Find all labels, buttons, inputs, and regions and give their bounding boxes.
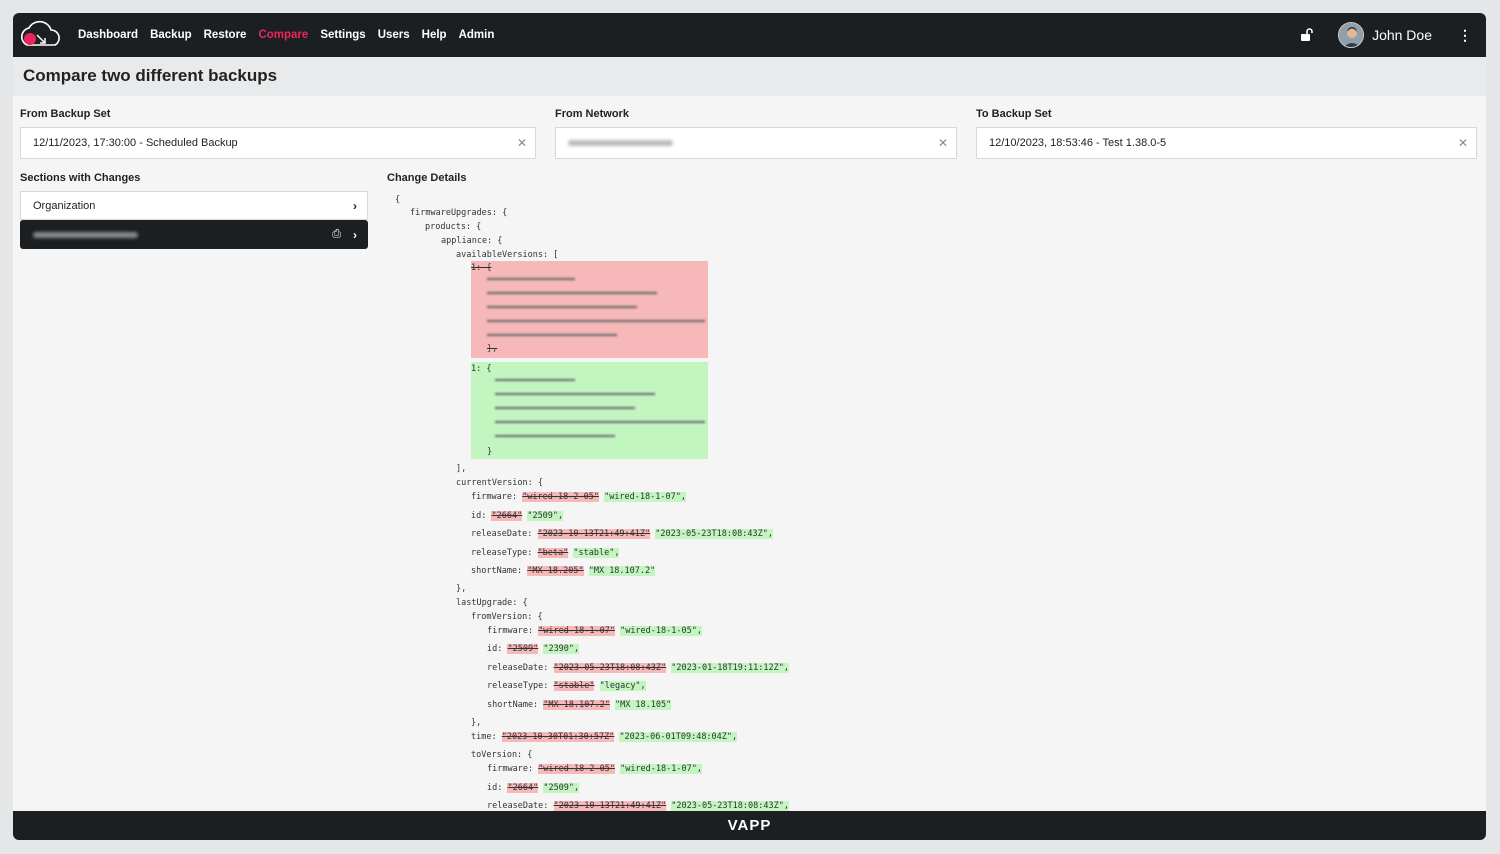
diff-line: shortName: "MX 18.205" "MX 18.107.2" — [471, 566, 656, 576]
chevron-right-icon: › — [353, 227, 357, 242]
added-block: 1: { } — [471, 362, 708, 459]
export-icon[interactable]: ⎙ — [332, 228, 341, 241]
code-line: currentVersion: { — [456, 478, 543, 488]
code-line: }, — [456, 584, 467, 594]
section-item-label: Organization — [33, 199, 96, 212]
code-line: ], — [456, 464, 467, 474]
chevron-right-icon: › — [353, 198, 357, 213]
diff-line: firmware: "wired-18-2-05" "wired-18-1-07… — [471, 492, 686, 502]
removed-block: 1: { }, — [471, 261, 708, 358]
code-line: toVersion: { — [471, 750, 533, 760]
code-line: firmwareUpgrades: { — [410, 208, 508, 218]
to-backup-value: 12/10/2023, 18:53:46 - Test 1.38.0-5 — [989, 137, 1167, 149]
diff-line: releaseDate: "2023-05-23T18:08:43Z" "202… — [487, 663, 789, 673]
change-details-panel: { firmwareUpgrades: { products: { applia… — [387, 195, 1087, 811]
clear-icon[interactable]: ✕ — [517, 136, 527, 150]
redacted-network-name — [33, 231, 138, 238]
diff-line: firmware: "wired-18-1-07" "wired-18-1-05… — [487, 626, 702, 636]
diff-line: releaseDate: "2023-10-13T21:49:41Z" "202… — [487, 801, 789, 811]
code-line: products: { — [425, 222, 482, 232]
footer-brand: VAPP — [727, 817, 772, 834]
from-backup-label: From Backup Set — [20, 108, 111, 120]
from-backup-select[interactable]: 12/11/2023, 17:30:00 - Scheduled Backup … — [20, 127, 536, 159]
to-backup-label: To Backup Set — [976, 108, 1052, 120]
code-line: availableVersions: [ — [456, 250, 559, 260]
diff-line: id: "2509" "2390", — [487, 644, 580, 654]
nav-users[interactable]: Users — [378, 29, 410, 41]
change-details-label: Change Details — [387, 172, 467, 184]
code-line: fromVersion: { — [471, 612, 543, 622]
sections-label: Sections with Changes — [20, 172, 141, 184]
nav-backup[interactable]: Backup — [150, 29, 192, 41]
from-network-select[interactable]: ✕ — [555, 127, 957, 159]
nav-help[interactable]: Help — [422, 29, 447, 41]
nav-dashboard[interactable]: Dashboard — [78, 29, 138, 41]
avatar[interactable] — [1338, 22, 1365, 48]
top-navbar: Dashboard Backup Restore Compare Setting… — [13, 13, 1486, 57]
from-network-label: From Network — [555, 108, 629, 120]
app-logo[interactable] — [17, 19, 65, 51]
page-title: Compare two different backups — [23, 66, 278, 85]
nav-restore[interactable]: Restore — [204, 29, 247, 41]
from-backup-value: 12/11/2023, 17:30:00 - Scheduled Backup — [33, 137, 238, 149]
diff-line: shortName: "MX 18.107.2" "MX 18.105" — [487, 700, 672, 710]
code-line: { — [395, 195, 401, 205]
diff-line: id: "2664" "2509", — [471, 511, 564, 521]
section-item-network[interactable]: ⎙ › — [20, 220, 368, 249]
clear-icon[interactable]: ✕ — [1458, 136, 1468, 150]
redacted-network-name — [568, 140, 673, 146]
user-name[interactable]: John Doe — [1372, 27, 1432, 43]
diff-line: releaseType: "beta" "stable", — [471, 548, 620, 558]
main-nav: Dashboard Backup Restore Compare Setting… — [78, 29, 506, 41]
nav-settings[interactable]: Settings — [320, 29, 365, 41]
nav-compare[interactable]: Compare — [258, 29, 308, 41]
section-item-organization[interactable]: Organization › — [20, 191, 368, 220]
code-line: }, — [471, 718, 482, 728]
code-line: appliance: { — [441, 236, 503, 246]
nav-admin[interactable]: Admin — [459, 29, 495, 41]
to-backup-select[interactable]: 12/10/2023, 18:53:46 - Test 1.38.0-5 ✕ — [976, 127, 1477, 159]
kebab-icon[interactable]: ⋮ — [1458, 27, 1472, 44]
diff-line: time: "2023-10-30T01:30:57Z" "2023-06-01… — [471, 732, 738, 742]
code-line: lastUpgrade: { — [456, 598, 528, 608]
diff-line: releaseDate: "2023-10-13T21:49:41Z" "202… — [471, 529, 773, 539]
diff-line: releaseType: "stable" "legacy", — [487, 681, 646, 691]
footer: VAPP — [13, 811, 1486, 840]
diff-line: firmware: "wired-18-2-05" "wired-18-1-07… — [487, 764, 702, 774]
diff-line: id: "2664" "2509", — [487, 783, 580, 793]
unlock-icon[interactable] — [1298, 27, 1314, 43]
clear-icon[interactable]: ✕ — [938, 136, 948, 150]
app-window: Dashboard Backup Restore Compare Setting… — [13, 13, 1486, 840]
user-area: John Doe ⋮ — [1298, 13, 1486, 57]
